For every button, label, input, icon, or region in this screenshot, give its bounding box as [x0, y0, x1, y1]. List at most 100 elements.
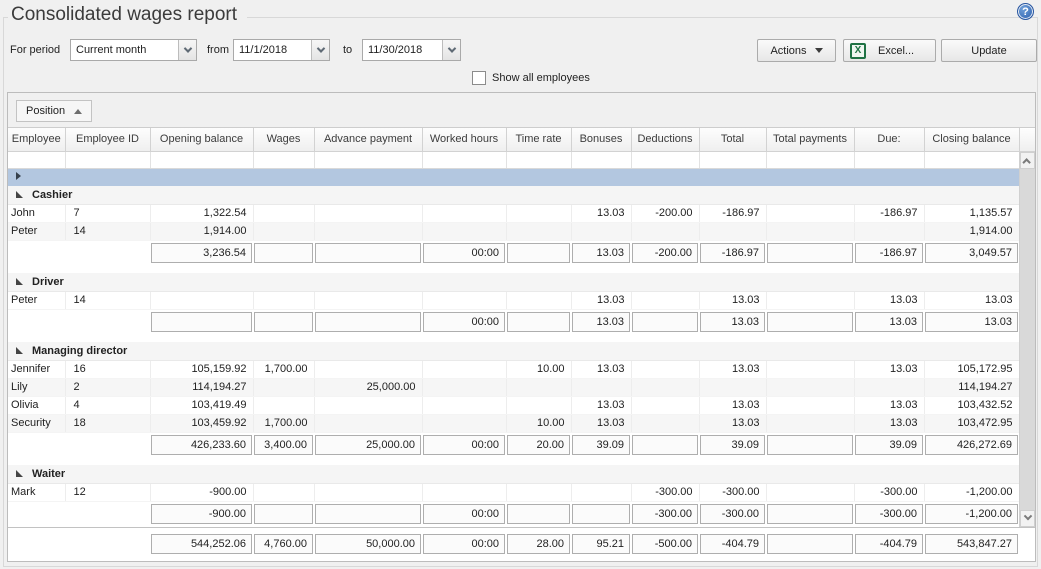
- group-row-cell[interactable]: Managing director: [8, 342, 1019, 360]
- cell-advance[interactable]: [314, 414, 422, 432]
- cell-deductions[interactable]: [631, 360, 699, 378]
- group-row-cell[interactable]: Waiter: [8, 465, 1019, 483]
- cell-id[interactable]: 18: [65, 414, 150, 432]
- filter-cell-closing[interactable]: [924, 151, 1019, 168]
- employee-row[interactable]: Mark12-900.00-300.00-300.00-300.00-1,200…: [8, 483, 1019, 501]
- cell-bonuses[interactable]: 13.03: [571, 204, 631, 222]
- cell-employee[interactable]: Jennifer: [8, 360, 65, 378]
- cell-id[interactable]: 4: [65, 396, 150, 414]
- cell-total[interactable]: 13.03: [699, 414, 766, 432]
- filter-cell-worked[interactable]: [422, 151, 506, 168]
- cell-employee[interactable]: Peter: [8, 222, 65, 240]
- cell-advance[interactable]: [314, 360, 422, 378]
- cell-deductions[interactable]: [631, 378, 699, 396]
- cell-employee[interactable]: John: [8, 204, 65, 222]
- cell-deductions[interactable]: -300.00: [631, 483, 699, 501]
- cell-total[interactable]: 13.03: [699, 396, 766, 414]
- from-date-field[interactable]: 11/1/2018: [233, 39, 330, 61]
- column-header-11[interactable]: Due:: [854, 128, 924, 151]
- employee-row[interactable]: Peter1413.0313.0313.0313.03: [8, 291, 1019, 309]
- cell-due[interactable]: 13.03: [854, 396, 924, 414]
- cell-payments[interactable]: [766, 483, 854, 501]
- column-header-8[interactable]: Deductions: [631, 128, 699, 151]
- column-header-1[interactable]: Employee ID: [65, 128, 150, 151]
- cell-wages[interactable]: [253, 222, 314, 240]
- cell-closing[interactable]: 105,172.95: [924, 360, 1019, 378]
- cell-total[interactable]: [699, 378, 766, 396]
- filter-cell-rate[interactable]: [506, 151, 571, 168]
- cell-due[interactable]: -186.97: [854, 204, 924, 222]
- filter-cell-deductions[interactable]: [631, 151, 699, 168]
- cell-advance[interactable]: [314, 204, 422, 222]
- cell-rate[interactable]: [506, 396, 571, 414]
- cell-wages[interactable]: [253, 204, 314, 222]
- vertical-scrollbar[interactable]: [1019, 152, 1035, 527]
- cell-opening[interactable]: 105,159.92: [150, 360, 253, 378]
- cell-deductions[interactable]: [631, 222, 699, 240]
- cell-advance[interactable]: 25,000.00: [314, 378, 422, 396]
- cell-worked[interactable]: [422, 396, 506, 414]
- cell-id[interactable]: 14: [65, 222, 150, 240]
- excel-button[interactable]: X Excel...: [843, 39, 936, 62]
- cell-id[interactable]: 12: [65, 483, 150, 501]
- column-header-3[interactable]: Wages: [253, 128, 314, 151]
- cell-closing[interactable]: 103,472.95: [924, 414, 1019, 432]
- column-header-5[interactable]: Worked hours: [422, 128, 506, 151]
- cell-wages[interactable]: [253, 378, 314, 396]
- cell-rate[interactable]: 10.00: [506, 414, 571, 432]
- cell-wages[interactable]: [253, 483, 314, 501]
- cell-worked[interactable]: [422, 483, 506, 501]
- cell-deductions[interactable]: [631, 291, 699, 309]
- period-dropdown-button[interactable]: [178, 40, 196, 60]
- to-date-dropdown-button[interactable]: [442, 40, 460, 60]
- cell-total[interactable]: -300.00: [699, 483, 766, 501]
- cell-deductions[interactable]: -200.00: [631, 204, 699, 222]
- expanded-triangle-icon[interactable]: [16, 347, 23, 354]
- cell-due[interactable]: -300.00: [854, 483, 924, 501]
- cell-total[interactable]: 13.03: [699, 291, 766, 309]
- filter-cell-opening[interactable]: [150, 151, 253, 168]
- filter-cell-id[interactable]: [65, 151, 150, 168]
- cell-opening[interactable]: -900.00: [150, 483, 253, 501]
- update-button[interactable]: Update: [941, 39, 1037, 62]
- cell-payments[interactable]: [766, 378, 854, 396]
- expanded-triangle-icon[interactable]: [16, 278, 23, 285]
- cell-worked[interactable]: [422, 360, 506, 378]
- cell-employee[interactable]: Peter: [8, 291, 65, 309]
- group-row-cell[interactable]: Cashier: [8, 186, 1019, 204]
- cell-id[interactable]: 7: [65, 204, 150, 222]
- filter-row[interactable]: [8, 151, 1019, 168]
- cell-wages[interactable]: [253, 291, 314, 309]
- actions-button[interactable]: Actions: [757, 39, 836, 62]
- cell-worked[interactable]: [422, 378, 506, 396]
- cell-due[interactable]: 13.03: [854, 291, 924, 309]
- cell-wages[interactable]: 1,700.00: [253, 360, 314, 378]
- scroll-up-button[interactable]: [1020, 152, 1035, 169]
- collapsed-arrow-icon[interactable]: [16, 172, 21, 180]
- column-header-9[interactable]: Total: [699, 128, 766, 151]
- column-header-2[interactable]: Opening balance: [150, 128, 253, 151]
- cell-employee[interactable]: Mark: [8, 483, 65, 501]
- filter-cell-payments[interactable]: [766, 151, 854, 168]
- cell-id[interactable]: 16: [65, 360, 150, 378]
- group-by-chip-position[interactable]: Position: [16, 100, 92, 122]
- employee-row[interactable]: Olivia4103,419.4913.0313.0313.03103,432.…: [8, 396, 1019, 414]
- cell-due[interactable]: 13.03: [854, 414, 924, 432]
- employee-row[interactable]: John71,322.5413.03-200.00-186.97-186.971…: [8, 204, 1019, 222]
- cell-worked[interactable]: [422, 222, 506, 240]
- cell-opening[interactable]: 103,419.49: [150, 396, 253, 414]
- cell-opening[interactable]: 1,914.00: [150, 222, 253, 240]
- cell-id[interactable]: 14: [65, 291, 150, 309]
- cell-due[interactable]: 13.03: [854, 360, 924, 378]
- group-row[interactable]: Driver: [8, 273, 1019, 291]
- group-row-cell[interactable]: Driver: [8, 273, 1019, 291]
- column-header-6[interactable]: Time rate: [506, 128, 571, 151]
- cell-bonuses[interactable]: [571, 222, 631, 240]
- cell-closing[interactable]: 114,194.27: [924, 378, 1019, 396]
- cell-payments[interactable]: [766, 414, 854, 432]
- cell-advance[interactable]: [314, 291, 422, 309]
- cell-rate[interactable]: [506, 291, 571, 309]
- expanded-triangle-icon[interactable]: [16, 470, 23, 477]
- column-header-12[interactable]: Closing balance: [924, 128, 1019, 151]
- cell-closing[interactable]: 13.03: [924, 291, 1019, 309]
